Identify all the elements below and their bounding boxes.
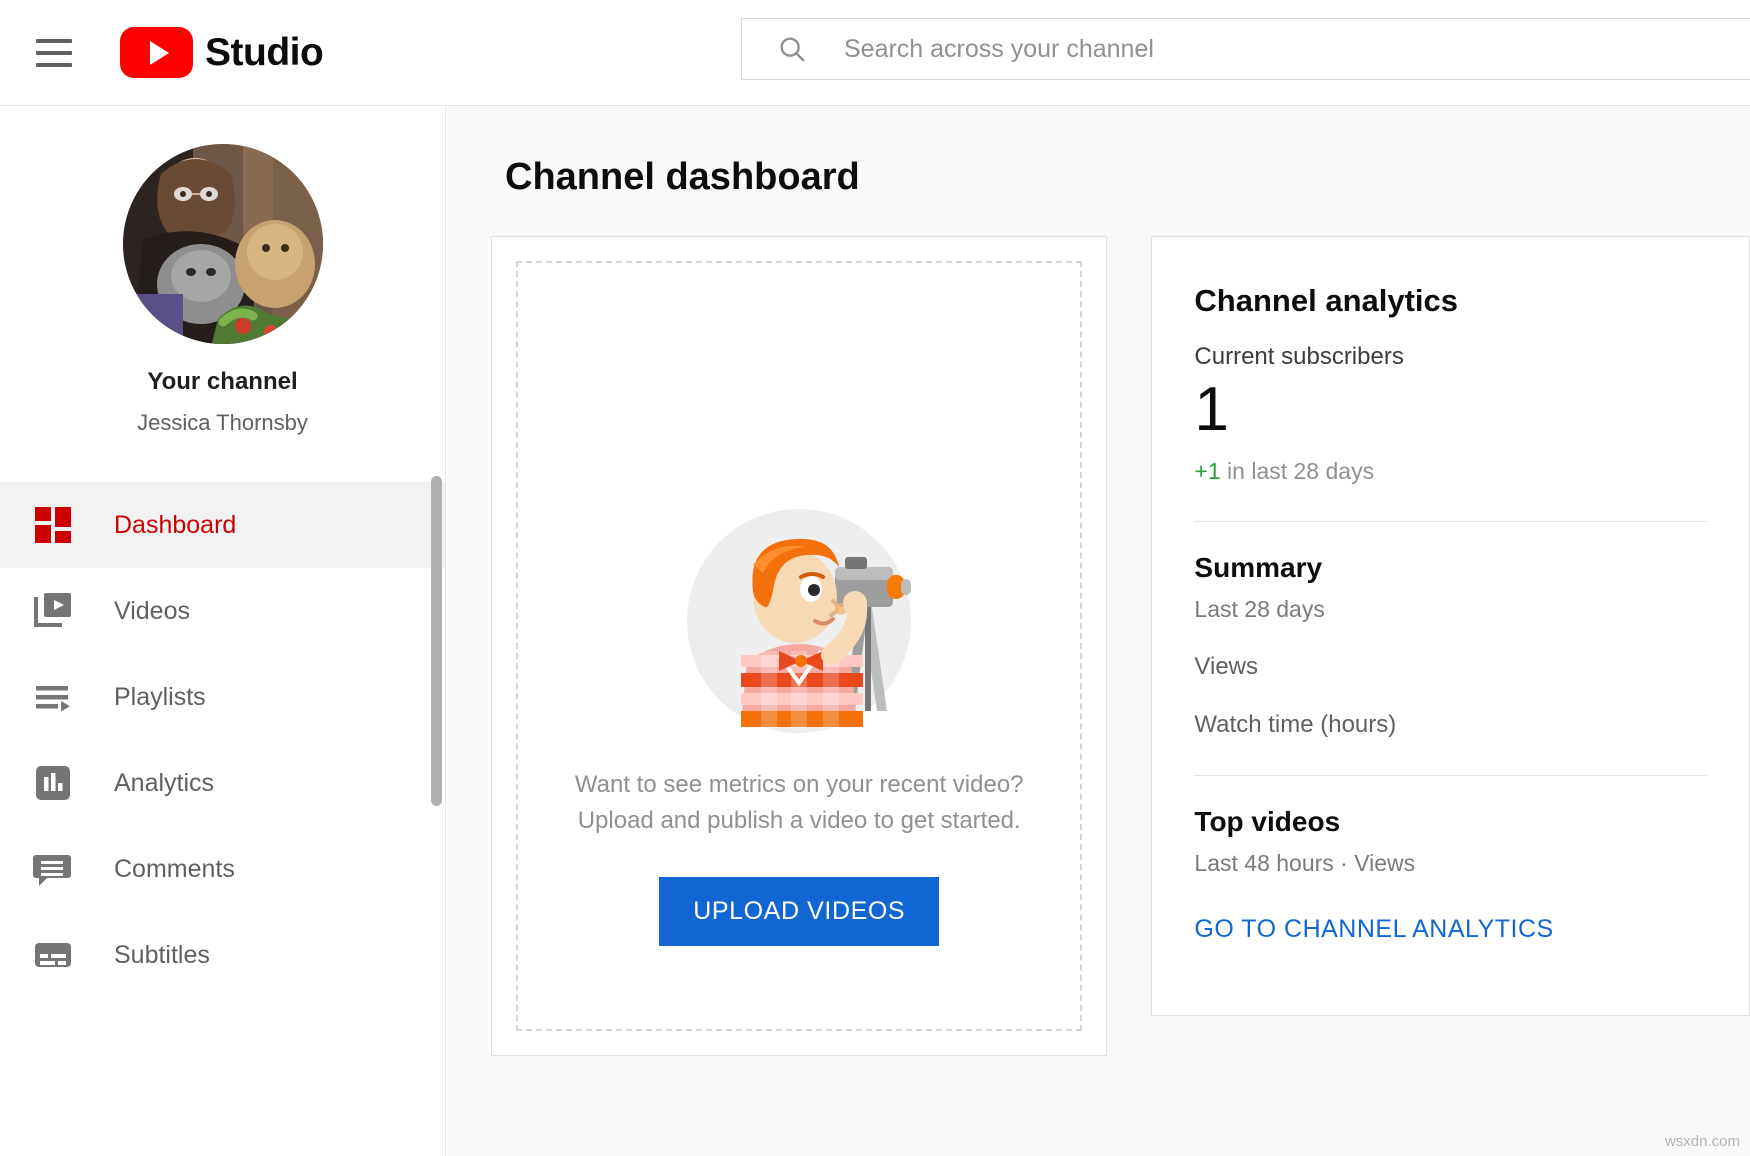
upload-prompt: Want to see metrics on your recent video… <box>575 767 1024 839</box>
subscribers-delta-text: in last 28 days <box>1227 458 1374 484</box>
studio-logo[interactable]: Studio <box>120 27 323 78</box>
summary-period: Last 28 days <box>1194 596 1707 623</box>
subscribers-label: Current subscribers <box>1194 343 1707 371</box>
sidebar-item-label: Dashboard <box>114 511 236 540</box>
subscribers-value: 1 <box>1194 377 1707 442</box>
youtube-play-icon <box>120 27 193 78</box>
subtitles-icon <box>30 932 76 978</box>
videos-icon <box>30 588 76 634</box>
sidebar-nav: Dashboard Videos Playlist <box>0 482 445 998</box>
summary-title: Summary <box>1194 552 1707 584</box>
divider <box>1194 521 1707 522</box>
sidebar-item-subtitles[interactable]: Subtitles <box>0 912 445 998</box>
subscribers-delta: +1 in last 28 days <box>1194 458 1707 485</box>
top-videos-subtitle: Last 48 hours · Views <box>1194 850 1707 877</box>
avatar[interactable] <box>123 144 323 344</box>
upload-dropzone[interactable]: Want to see metrics on your recent video… <box>516 261 1082 1031</box>
search-input[interactable] <box>844 35 1624 64</box>
search-bar[interactable] <box>741 18 1750 80</box>
analytics-bar-icon <box>30 760 76 806</box>
sidebar-item-label: Comments <box>114 855 235 884</box>
top-videos-title: Top videos <box>1194 806 1707 838</box>
upload-card: Want to see metrics on your recent video… <box>491 236 1107 1056</box>
metric-views: Views <box>1194 653 1707 681</box>
videographer-illustration <box>683 505 915 737</box>
hamburger-bar <box>36 63 72 67</box>
sidebar-item-dashboard[interactable]: Dashboard <box>0 482 445 568</box>
sidebar-item-videos[interactable]: Videos <box>0 568 445 654</box>
metric-watch-time: Watch time (hours) <box>1194 711 1707 739</box>
hamburger-bar <box>36 39 72 43</box>
go-to-channel-analytics-link[interactable]: GO TO CHANNEL ANALYTICS <box>1194 915 1707 944</box>
divider <box>1194 775 1707 776</box>
dashboard-grid-icon <box>30 502 76 548</box>
sidebar-scrollbar[interactable] <box>431 476 442 806</box>
subscribers-delta-value: +1 <box>1194 458 1220 484</box>
upload-prompt-line1: Want to see metrics on your recent video… <box>575 767 1024 803</box>
analytics-title: Channel analytics <box>1194 283 1707 319</box>
upload-prompt-line2: Upload and publish a video to get starte… <box>575 803 1024 839</box>
sidebar: Your channel Jessica Thornsby Dashboard <box>0 106 446 1156</box>
watermark: wsxdn.com <box>1665 1133 1740 1150</box>
sidebar-item-label: Analytics <box>114 769 214 798</box>
main-content: Channel dashboard <box>447 106 1750 1156</box>
channel-block: Your channel Jessica Thornsby <box>0 106 445 436</box>
playlists-icon <box>30 674 76 720</box>
comments-bubble-icon <box>30 846 76 892</box>
search-icon <box>777 34 807 64</box>
hamburger-icon[interactable] <box>28 27 80 79</box>
page-title: Channel dashboard <box>505 156 1750 199</box>
dashboard-cards: Want to see metrics on your recent video… <box>447 236 1750 1056</box>
sidebar-item-label: Videos <box>114 597 190 626</box>
channel-label: Your channel <box>147 368 297 396</box>
sidebar-item-analytics[interactable]: Analytics <box>0 740 445 826</box>
sidebar-item-playlists[interactable]: Playlists <box>0 654 445 740</box>
sidebar-item-comments[interactable]: Comments <box>0 826 445 912</box>
channel-name: Jessica Thornsby <box>137 410 308 436</box>
top-bar: Studio <box>0 0 1750 106</box>
upload-videos-button[interactable]: UPLOAD VIDEOS <box>659 877 939 946</box>
sidebar-item-label: Playlists <box>114 683 206 712</box>
brand-text: Studio <box>205 31 323 75</box>
channel-analytics-card: Channel analytics Current subscribers 1 … <box>1151 236 1750 1016</box>
hamburger-bar <box>36 51 72 55</box>
sidebar-item-label: Subtitles <box>114 941 210 970</box>
